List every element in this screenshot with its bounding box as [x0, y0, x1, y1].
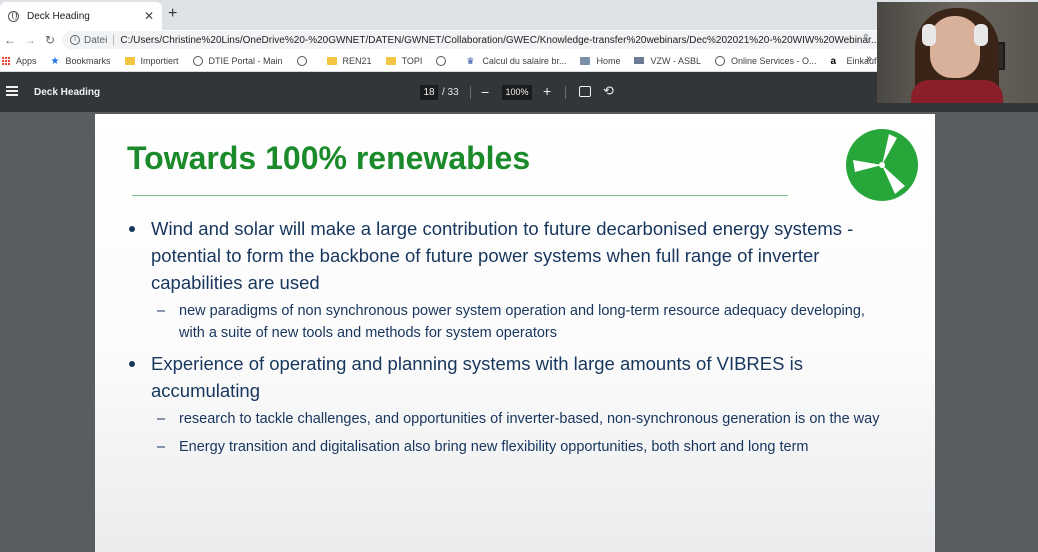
sub-bullet-item: – Energy transition and digitalisation a…	[129, 436, 889, 458]
presenter-face	[930, 16, 980, 78]
fit-to-page-icon[interactable]	[579, 86, 591, 97]
info-icon[interactable]: i	[70, 35, 80, 45]
folder-icon	[326, 56, 337, 65]
image-icon	[580, 56, 591, 65]
reload-icon[interactable]: ↻	[40, 33, 60, 47]
bookmark-globe[interactable]	[296, 55, 313, 66]
folder-icon	[124, 56, 135, 65]
pdf-page: Towards 100% renewables Wind and solar w…	[95, 114, 935, 552]
headphones	[922, 24, 936, 46]
sub-bullet-item: – research to tackle challenges, and opp…	[129, 408, 889, 430]
star-icon: ★	[50, 55, 60, 67]
bookmark-home[interactable]: Home	[580, 56, 620, 66]
bookmark-ren21[interactable]: REN21	[326, 56, 372, 66]
zoom-in-button[interactable]: +	[543, 83, 551, 99]
bullet-list: Wind and solar will make a large contrib…	[129, 215, 889, 464]
bookmark-dtie-portal[interactable]: DTIE Portal - Main	[192, 55, 283, 66]
globe-icon	[8, 10, 19, 22]
bookmark-globe-2[interactable]	[436, 55, 452, 66]
document-title: Deck Heading	[34, 87, 101, 98]
folder-icon	[385, 56, 396, 65]
wind-turbine-logo	[846, 129, 918, 201]
bullet-dash: –	[157, 411, 166, 427]
bookmark-online-services[interactable]: Online Services - O...	[714, 55, 817, 66]
menu-icon[interactable]	[6, 86, 18, 96]
bookmark-bookmarks[interactable]: ★ Bookmarks	[50, 55, 111, 67]
page-total: / 33	[442, 87, 459, 98]
bookmark-apps[interactable]: Apps	[0, 56, 37, 66]
share-icon[interactable]: ⇪	[862, 33, 870, 44]
bullet-dash: –	[157, 439, 166, 455]
bookmark-calcul-salaire[interactable]: ♛ Calcul du salaire br...	[466, 56, 566, 66]
bookmark-importiert[interactable]: Importiert	[124, 56, 179, 66]
toolbar-divider	[470, 86, 471, 99]
headphones	[974, 24, 988, 46]
globe-icon	[714, 55, 725, 66]
slide-title: Towards 100% renewables	[127, 140, 531, 176]
sub-bullet-item: – new paradigms of non synchronous power…	[129, 300, 889, 344]
browser-tab[interactable]: Deck Heading ✕	[0, 2, 162, 30]
bookmark-topi[interactable]: TOPI	[385, 56, 422, 66]
globe-icon	[296, 55, 307, 66]
address-divider	[113, 34, 115, 46]
address-scheme-label: Datei	[84, 34, 108, 46]
tab-title: Deck Heading	[27, 10, 90, 22]
bullet-dash: –	[157, 303, 166, 319]
bullet-dot	[129, 226, 135, 232]
bullet-dot	[129, 361, 135, 367]
zoom-out-button[interactable]: −	[481, 84, 489, 100]
zoom-input[interactable]: 100%	[502, 85, 532, 100]
address-bar[interactable]: i Datei C:/Users/Christine%20Lins/OneDri…	[62, 31, 892, 49]
apps-grid-icon	[2, 56, 10, 65]
amazon-icon: a	[830, 55, 837, 67]
vzw-logo-icon	[634, 57, 645, 64]
bullet-item: Wind and solar will make a large contrib…	[129, 215, 889, 296]
new-tab-button[interactable]: +	[168, 6, 177, 22]
page-number-input[interactable]: 18	[420, 85, 438, 100]
more-bookmarks-icon[interactable]: »	[866, 53, 872, 65]
bookmark-vzw-asbl[interactable]: VZW - ASBL	[634, 56, 701, 66]
forward-icon[interactable]: →	[20, 33, 40, 47]
title-rule	[132, 195, 788, 196]
url-text[interactable]: C:/Users/Christine%20Lins/OneDrive%20-%2…	[120, 35, 879, 46]
rotate-icon[interactable]: ⟲	[603, 83, 614, 99]
globe-icon	[192, 55, 203, 66]
globe-icon	[436, 55, 447, 66]
close-icon[interactable]: ✕	[144, 9, 154, 23]
bullet-item: Experience of operating and planning sys…	[129, 350, 889, 404]
back-icon[interactable]: ←	[0, 33, 20, 47]
toolbar-divider	[565, 86, 566, 99]
crown-icon: ♛	[466, 55, 475, 66]
webcam-video	[877, 2, 1038, 103]
